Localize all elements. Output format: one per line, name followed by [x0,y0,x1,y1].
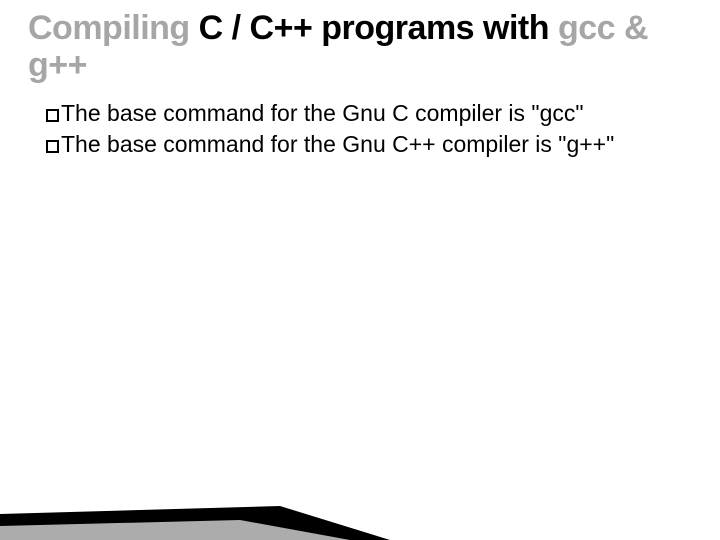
bullet-item: The base command for the Gnu C compiler … [46,99,652,128]
title-part-2: C / C++ programs with [199,9,549,47]
square-bullet-icon [46,109,59,122]
slide-title: Compiling C / C++ programs with gcc & g+… [28,10,692,85]
slide-body: The base command for the Gnu C compiler … [28,99,692,159]
bullet-text: The base command for the Gnu C++ compile… [61,131,614,157]
bullet-item: The base command for the Gnu C++ compile… [46,130,652,159]
title-part-1: Compiling [28,9,190,47]
square-bullet-icon [46,140,59,153]
corner-decoration [0,470,390,540]
bullet-text: The base command for the Gnu C compiler … [61,100,584,126]
slide: Compiling C / C++ programs with gcc & g+… [0,0,720,540]
